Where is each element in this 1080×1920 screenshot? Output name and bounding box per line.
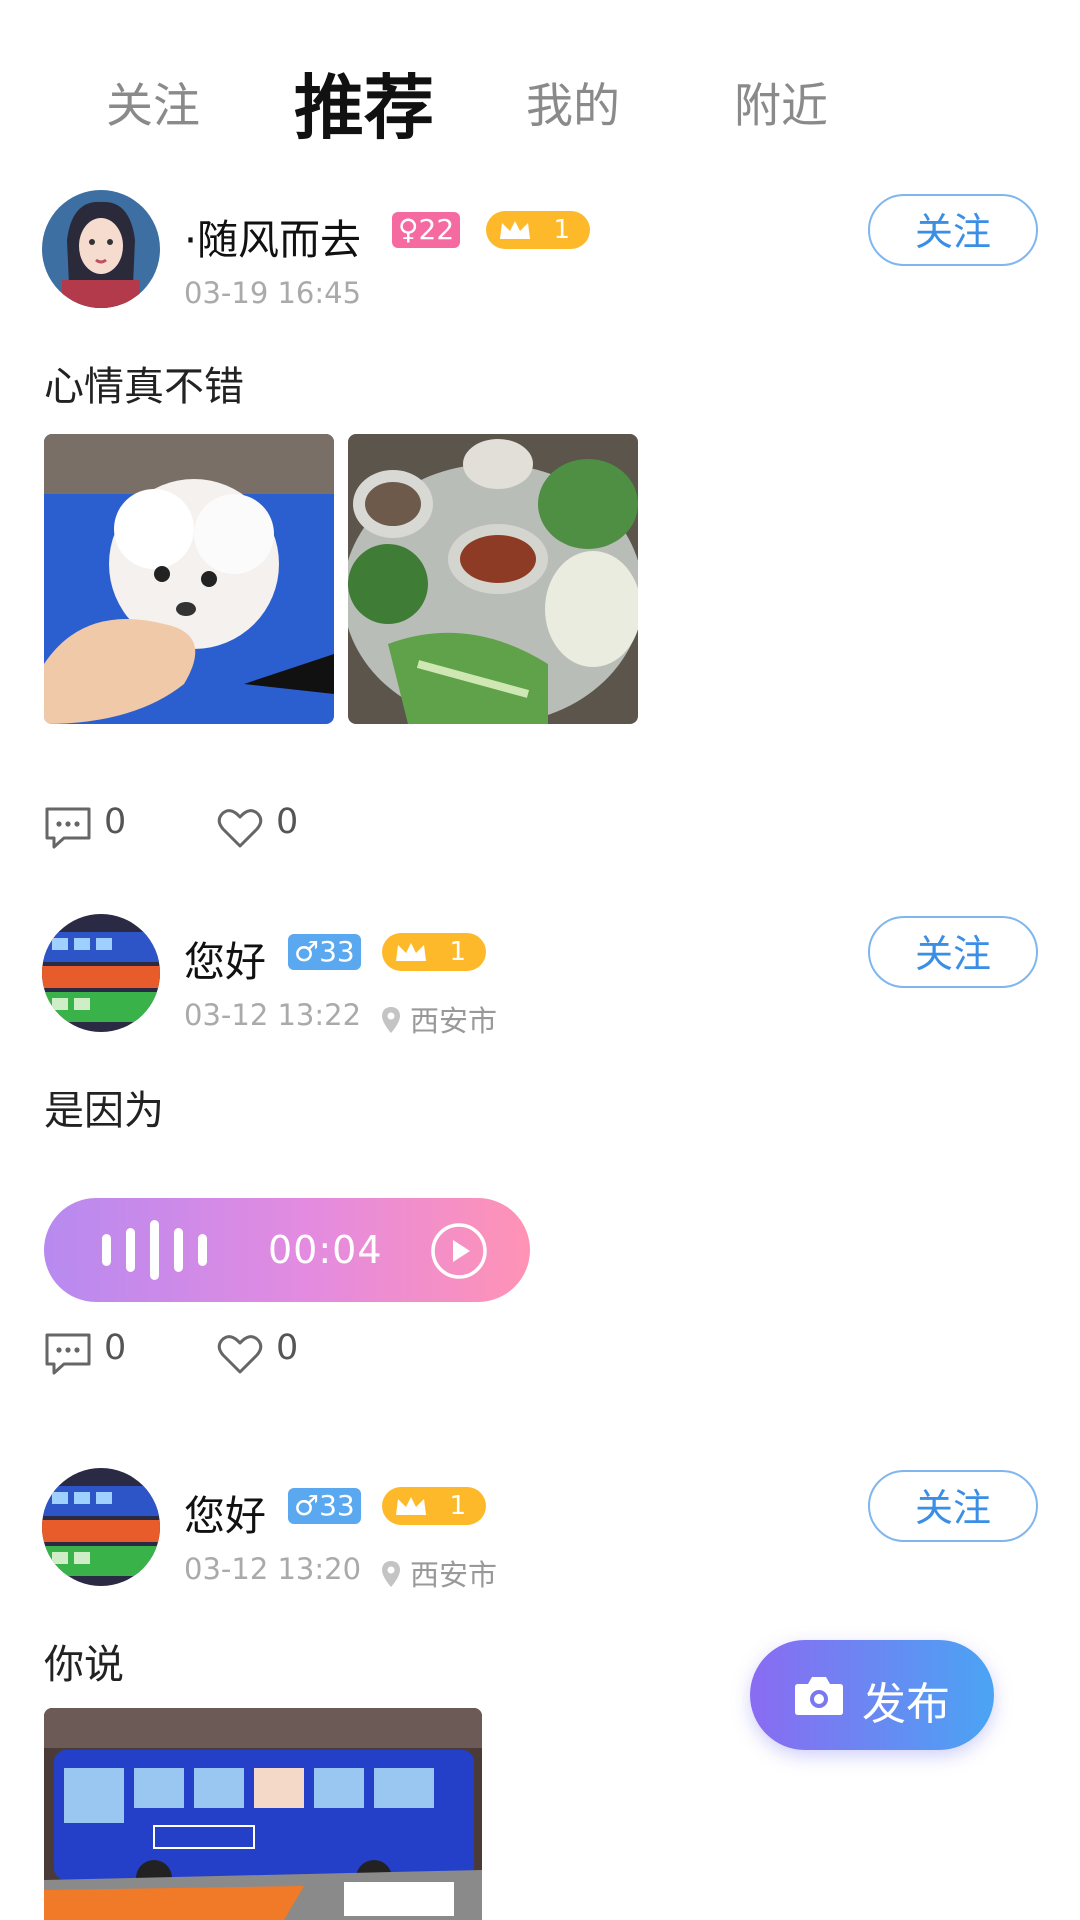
top-tab-bar: 关注 推荐 我的 附近 bbox=[0, 0, 1080, 170]
play-icon[interactable] bbox=[430, 1222, 488, 1280]
username[interactable]: 您好 bbox=[184, 1482, 266, 1542]
avatar[interactable] bbox=[42, 914, 160, 1032]
crown-icon bbox=[500, 221, 530, 239]
post-location: 西安市 bbox=[380, 998, 497, 1040]
follow-button[interactable]: 关注 bbox=[868, 1470, 1038, 1542]
location-text: 西安市 bbox=[410, 1558, 498, 1592]
location-text: 西安市 bbox=[410, 1004, 498, 1038]
sound-wave-icon bbox=[102, 1220, 207, 1280]
like-count-value: 0 bbox=[276, 802, 299, 842]
comment-icon bbox=[45, 807, 91, 849]
post-text: 心情真不错 bbox=[44, 364, 244, 410]
post-time: 03-12 13:20 bbox=[184, 1552, 362, 1586]
vip-level: 1 bbox=[449, 937, 466, 967]
follow-button[interactable]: 关注 bbox=[868, 916, 1038, 988]
post-time: 03-12 13:22 bbox=[184, 998, 362, 1032]
crown-icon bbox=[396, 1497, 426, 1515]
comment-icon bbox=[45, 1333, 91, 1375]
tab-nearby[interactable]: 附近 bbox=[734, 67, 828, 136]
like-count-value: 0 bbox=[276, 1328, 299, 1368]
gender-age-badge: ♂33 bbox=[288, 934, 361, 970]
crown-icon bbox=[396, 943, 426, 961]
follow-button[interactable]: 关注 bbox=[868, 194, 1038, 266]
location-pin-icon bbox=[382, 1561, 400, 1587]
vip-level-badge: 1 bbox=[486, 211, 590, 249]
avatar[interactable] bbox=[42, 1468, 160, 1586]
avatar[interactable] bbox=[42, 190, 160, 308]
tab-following[interactable]: 关注 bbox=[106, 67, 200, 136]
username[interactable]: ·随风而去 bbox=[184, 206, 361, 266]
tab-recommended[interactable]: 推荐 bbox=[294, 52, 434, 153]
post-time: 03-19 16:45 bbox=[184, 276, 362, 310]
post-text: 你说 bbox=[44, 1642, 124, 1688]
vip-level-badge: 1 bbox=[382, 1487, 486, 1525]
vip-level-badge: 1 bbox=[382, 933, 486, 971]
comment-count-value: 0 bbox=[104, 802, 127, 842]
vip-level: 1 bbox=[449, 1491, 466, 1521]
username[interactable]: 您好 bbox=[184, 928, 266, 988]
publish-label: 发布 bbox=[862, 1679, 950, 1730]
voice-message-player[interactable]: 00:04 bbox=[44, 1198, 530, 1302]
post-image-food[interactable] bbox=[348, 434, 638, 724]
gender-age-badge: ♀22 bbox=[392, 212, 461, 248]
post-image-puppy[interactable] bbox=[44, 434, 334, 724]
heart-icon bbox=[217, 809, 263, 848]
tab-mine[interactable]: 我的 bbox=[526, 67, 620, 136]
camera-icon bbox=[795, 1677, 843, 1715]
heart-icon bbox=[217, 1335, 263, 1374]
post-image-bus[interactable] bbox=[44, 1708, 482, 1920]
comment-count-value: 0 bbox=[104, 1328, 127, 1368]
post-text: 是因为 bbox=[44, 1088, 164, 1134]
voice-duration: 00:04 bbox=[268, 1228, 383, 1272]
vip-level: 1 bbox=[553, 215, 570, 245]
location-pin-icon bbox=[382, 1007, 400, 1033]
publish-button[interactable]: 发布 bbox=[750, 1640, 994, 1750]
post-location: 西安市 bbox=[380, 1552, 497, 1594]
gender-age-badge: ♂33 bbox=[288, 1488, 361, 1524]
